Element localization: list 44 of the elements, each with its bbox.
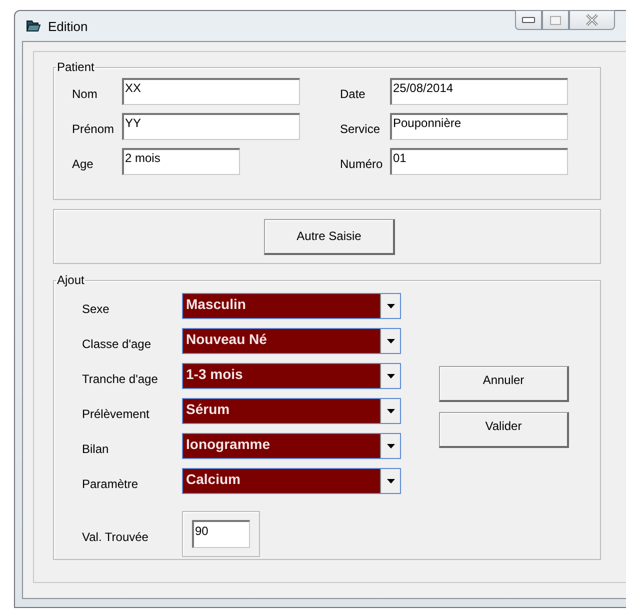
caret-icon <box>386 408 394 414</box>
caret-icon <box>386 304 394 308</box>
text-field[interactable]: 25/08/2014 <box>390 78 568 105</box>
field-label: Bilan <box>81 441 110 456</box>
field-label: Sexe <box>81 301 110 316</box>
field-label: Prénom <box>72 120 116 136</box>
caret-icon <box>386 478 394 484</box>
text-field[interactable]: 01 <box>390 148 568 175</box>
caret-icon <box>386 374 394 378</box>
dropdown[interactable]: Calcium <box>182 468 401 494</box>
caret-icon <box>386 338 394 344</box>
value-field[interactable]: 90 <box>192 520 250 548</box>
group-label: Ajout <box>56 273 86 287</box>
dropdown[interactable]: 1-3 mois <box>182 363 401 389</box>
close-button[interactable] <box>569 10 615 30</box>
field-label: Numéro <box>340 156 384 170</box>
field-label: Tranche d'age <box>81 371 159 386</box>
field-label: Prélèvement <box>81 406 150 421</box>
close-icon <box>585 14 599 26</box>
action-button[interactable]: Annuler <box>439 366 569 402</box>
field-label: Nom <box>72 86 98 100</box>
window-icon <box>26 19 42 33</box>
field-label: Date <box>340 86 366 100</box>
field-label: Classe d'age <box>81 336 152 351</box>
maximize-icon <box>550 16 561 24</box>
dropdown[interactable]: Masculin <box>182 293 401 319</box>
dropdown[interactable]: Sérum <box>182 398 401 424</box>
minimize-button[interactable] <box>515 10 542 30</box>
field-label: Val. Trouvée <box>81 529 150 544</box>
window-title: Edition <box>48 18 88 34</box>
field-label: Age <box>72 156 94 170</box>
caret-icon <box>386 444 394 448</box>
text-field[interactable]: YY <box>122 113 300 140</box>
text-field[interactable]: 2 mois <box>122 148 240 175</box>
text-field[interactable]: XX <box>122 78 300 105</box>
text-field[interactable]: Pouponnière <box>390 113 568 140</box>
field-label: Paramètre <box>81 476 140 491</box>
action-button[interactable]: Valider <box>439 412 569 448</box>
group-label: Patient <box>56 60 96 74</box>
dropdown[interactable]: Ionogramme <box>182 433 401 459</box>
other-entry-button[interactable]: Autre Saisie <box>264 218 395 254</box>
field-label: Service <box>340 120 382 136</box>
minimize-icon <box>522 17 535 23</box>
dropdown[interactable]: Nouveau Né <box>182 328 401 354</box>
